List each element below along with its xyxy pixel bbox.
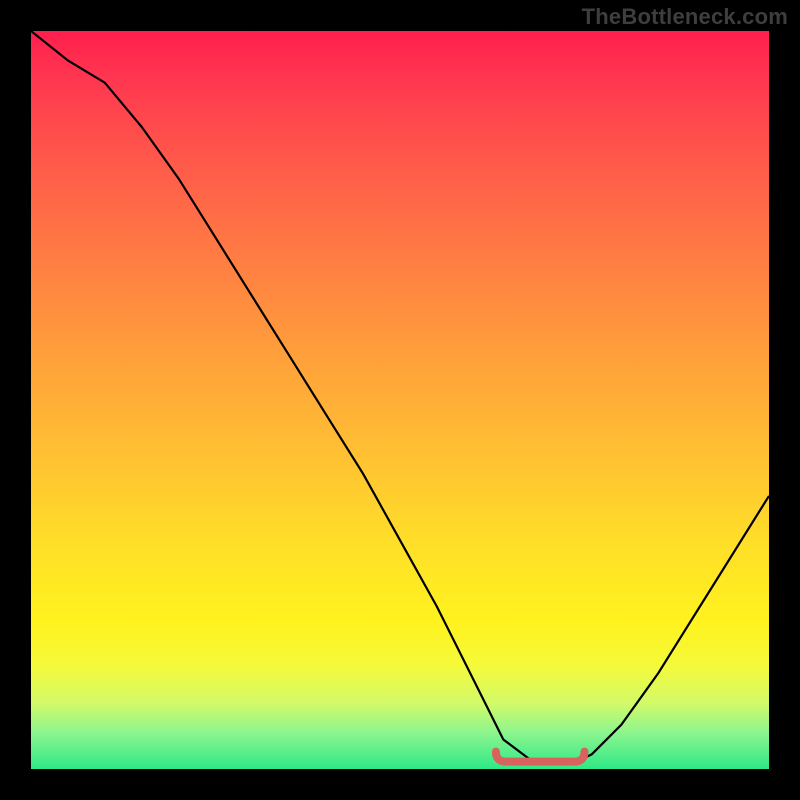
- bottleneck-curve: [31, 31, 769, 762]
- optimal-range-marker: [496, 752, 585, 762]
- watermark-text: TheBottleneck.com: [582, 4, 788, 30]
- chart-frame: TheBottleneck.com: [0, 0, 800, 800]
- curve-layer: [31, 31, 769, 769]
- plot-area: [31, 31, 769, 769]
